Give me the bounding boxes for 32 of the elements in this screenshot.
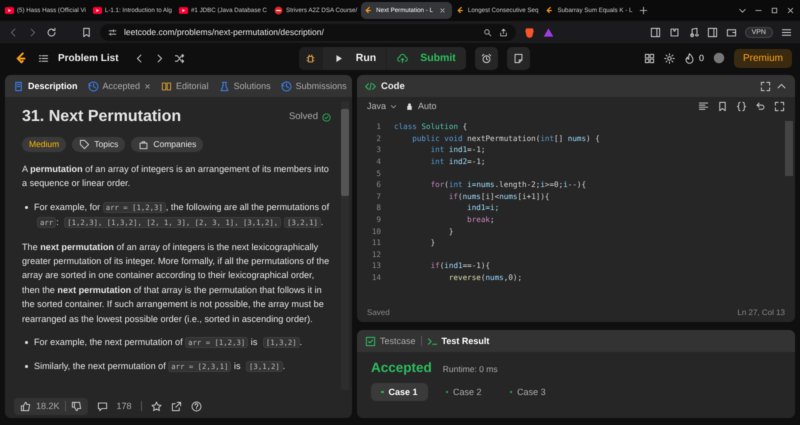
- save-status: Saved: [367, 308, 390, 316]
- description-text: The next permutation of an array of integers is the next lexicographically greater permutation of its integer. More formally, if all the permutations of the array are sorted in one container according to their lexicographical order, then the next permutation of that array is the permutation that follows it in the sorted container. If such arrangement is not possible, the array must be rearranged as the lowest possible order (i.e., sorted in ascending order).: [22, 240, 330, 326]
- problem-list-link[interactable]: Problem List: [58, 52, 119, 64]
- address-bar[interactable]: leetcode.com/problems/next-permutation/description/: [100, 24, 516, 40]
- verdict: Accepted: [371, 360, 432, 375]
- panel-tab[interactable]: Test Result: [426, 336, 490, 346]
- run-button[interactable]: Run: [322, 46, 386, 70]
- panel-tab[interactable]: Testcase: [365, 336, 416, 346]
- panel-tab[interactable]: Submissions: [280, 80, 347, 92]
- problem-title: 31. Next Permutation: [22, 107, 182, 127]
- runtime: Runtime: 0 ms: [442, 364, 498, 374]
- panel-tab[interactable]: Editorial: [161, 80, 209, 92]
- like-count: 18.2K: [36, 401, 60, 411]
- panel-tab[interactable]: Description: [13, 80, 78, 92]
- tag-chip[interactable]: Companies: [131, 137, 204, 152]
- case-tab[interactable]: Case 1: [371, 383, 428, 401]
- panel-title: Code: [381, 80, 405, 92]
- case-tab[interactable]: Case 3: [500, 383, 556, 401]
- cursor-position: Ln 27, Col 13: [737, 308, 785, 316]
- panel-tab[interactable]: Accepted: [88, 80, 152, 92]
- mode-label: Auto: [418, 101, 437, 111]
- case-tab[interactable]: Case 2: [436, 383, 492, 401]
- submit-button[interactable]: Submit: [387, 46, 466, 70]
- solved-status: Solved: [288, 110, 318, 124]
- tag-chip[interactable]: Topics: [72, 137, 126, 152]
- premium-button[interactable]: Premium: [734, 48, 792, 68]
- comment-count: 178: [116, 401, 132, 411]
- language-dropdown[interactable]: Java: [367, 101, 398, 111]
- panel-tab[interactable]: Solutions: [218, 80, 271, 92]
- streak-count: 0: [698, 53, 704, 63]
- description-text: A permutation of an array of integers is an arrangement of its members into a sequence or linear order.: [22, 163, 330, 190]
- difficulty-tag: Medium: [22, 137, 66, 152]
